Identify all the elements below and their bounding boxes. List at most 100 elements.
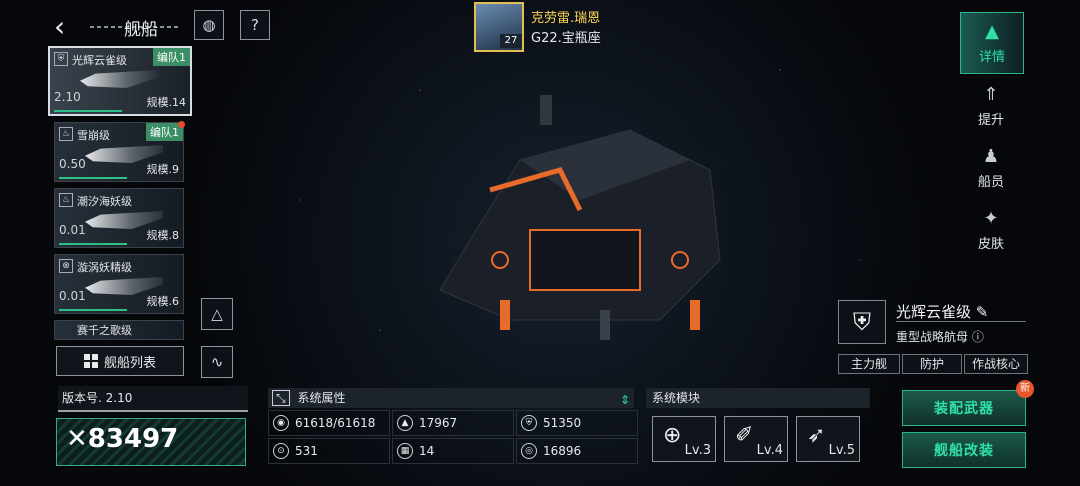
- attr-cargo: ◎ 16896: [516, 438, 638, 464]
- shield-icon: ⛨: [838, 300, 886, 344]
- player-name: 克劳雷.瑞恩: [531, 11, 601, 26]
- tab-label: 提升: [977, 113, 1004, 128]
- tab-label: 详情: [978, 50, 1005, 65]
- version-label: 版本号. 2.10: [58, 386, 248, 412]
- module-level: Lv.5: [828, 443, 855, 458]
- ship-card-name: 雪崩级: [77, 129, 110, 142]
- equip-weapons-button[interactable]: 装配武器: [902, 390, 1026, 426]
- crosshair-icon: ⊗: [59, 259, 73, 273]
- attr-value: 51350: [543, 416, 582, 430]
- role-tag: 作战核心: [964, 354, 1028, 374]
- attack-icon: ▲: [397, 415, 413, 431]
- module-radar[interactable]: ⊕ Lv.3: [652, 416, 716, 462]
- cannon-icon: ✐: [735, 423, 754, 448]
- ship-card-3[interactable]: ♨ 潮汐海妖级 0.01 规模.8: [54, 188, 184, 248]
- grid-icon: [83, 354, 98, 368]
- ship-card-2[interactable]: ♨ 雪崩级 编队1 0.50 规模.9: [54, 122, 184, 182]
- ship-version: 0.01: [59, 223, 86, 237]
- expand-icon: ⤡: [272, 390, 290, 406]
- back-button[interactable]: ‹: [54, 10, 84, 43]
- ship-type-text: 重型战略航母: [896, 330, 969, 344]
- skin-icon: ✦: [983, 208, 999, 229]
- attributes-title: 系统属性: [297, 391, 346, 405]
- progress-bar: [59, 243, 127, 245]
- tab-crew[interactable]: ♟ 船员: [960, 138, 1022, 198]
- ship-name: 光辉云雀级 ✎: [896, 301, 988, 322]
- edit-icon[interactable]: ✎: [976, 303, 989, 321]
- module-cannon[interactable]: ✐ Lv.4: [724, 416, 788, 462]
- missile-icon: ➶: [807, 423, 826, 448]
- attributes-header: ⤡ 系统属性 ⇕: [268, 388, 634, 408]
- attr-value: 61618/61618: [295, 416, 376, 430]
- attr-attack: ▲ 17967: [392, 410, 514, 436]
- ship-list-button[interactable]: 舰船列表: [56, 346, 184, 376]
- ship-version: 2.10: [54, 90, 81, 104]
- attr-hp: ◉ 61618/61618: [268, 410, 390, 436]
- shield-icon: ⛨: [54, 52, 68, 66]
- crew-icon: ♟: [982, 146, 1000, 167]
- speed-icon: ⊙: [273, 443, 289, 459]
- help-icon[interactable]: ?: [240, 10, 270, 40]
- ship-scale: 规模.14: [146, 96, 187, 109]
- role-tag: 主力舰: [838, 354, 900, 374]
- progress-bar: [59, 177, 127, 179]
- ship-card-name: 赛千之歌级: [77, 324, 132, 337]
- ship-scale: 规模.8: [146, 229, 180, 242]
- progress-bar: [59, 309, 127, 311]
- page-title: 舰船: [124, 20, 158, 40]
- attr-value: 16896: [543, 444, 582, 458]
- formation-icon[interactable]: △: [201, 298, 233, 330]
- ship-card-name: 潮汐海妖级: [77, 195, 132, 208]
- flame-icon: ♨: [59, 193, 73, 207]
- ship-scale: 规模.9: [146, 163, 180, 176]
- role-tag: 防护: [902, 354, 962, 374]
- target-icon: ◎: [521, 443, 537, 459]
- flame-icon: ♨: [59, 127, 73, 141]
- upgrade-icon: ⇑: [983, 84, 999, 105]
- module-missile[interactable]: ➶ Lv.5: [796, 416, 860, 462]
- attr-defense: ⛨ 51350: [516, 410, 638, 436]
- hull-icon: ◉: [273, 415, 289, 431]
- checker-icon: ▦: [397, 443, 413, 459]
- defense-icon: ⛨: [521, 415, 537, 431]
- tab-skin[interactable]: ✦ 皮肤: [960, 200, 1022, 260]
- info-icon[interactable]: ⓘ: [972, 330, 984, 344]
- ship-modify-button[interactable]: 舰船改装: [902, 432, 1026, 468]
- ship-scale: 规模.6: [146, 295, 180, 308]
- modules-header: 系统模块: [646, 388, 870, 408]
- planet-icon[interactable]: ◍: [194, 10, 224, 40]
- tab-label: 船员: [977, 175, 1004, 190]
- fleet-badge: 编队1: [153, 48, 190, 66]
- ship-card-4[interactable]: ⊗ 漩涡妖精级 0.01 规模.6: [54, 254, 184, 314]
- ship-card-name: 漩涡妖精级: [77, 261, 132, 274]
- tab-upgrade[interactable]: ⇑ 提升: [960, 76, 1022, 136]
- player-sector: G22.宝瓶座: [531, 31, 601, 46]
- attr-value: 531: [295, 444, 318, 458]
- detail-icon: ▲: [985, 21, 999, 42]
- toggle-icon[interactable]: ⇕: [620, 390, 630, 410]
- ship-version: 0.50: [59, 157, 86, 171]
- new-badge: 新: [1016, 380, 1034, 398]
- attr-speed: ⊙ 531: [268, 438, 390, 464]
- ship-card-1[interactable]: ⛨ 光辉云雀级 编队1 2.10 规模.14: [48, 46, 192, 116]
- ship-type: 重型战略航母 ⓘ: [896, 328, 984, 345]
- module-level: Lv.4: [756, 443, 783, 458]
- sword-icon: ✕: [66, 424, 88, 454]
- ship-card-5[interactable]: 赛千之歌级: [54, 320, 184, 340]
- attr-value: 17967: [419, 416, 458, 430]
- tab-detail[interactable]: ▲ 详情: [960, 12, 1024, 74]
- ship-name-text: 光辉云雀级: [896, 303, 972, 321]
- stats-wave-icon[interactable]: ∿: [201, 346, 233, 378]
- progress-bar: [54, 110, 122, 112]
- ship-3d-model: [439, 95, 721, 340]
- attr-value: 14: [419, 444, 435, 458]
- power-value: ✕83497: [66, 424, 178, 454]
- player-level: 27: [500, 34, 522, 48]
- ship-version: 0.01: [59, 289, 86, 303]
- ship-thumbnail: [80, 70, 158, 88]
- tab-label: 皮肤: [977, 237, 1004, 252]
- module-level: Lv.3: [684, 443, 711, 458]
- attr-aircraft: ▦ 14: [392, 438, 514, 464]
- radar-icon: ⊕: [663, 423, 682, 448]
- ship-card-name: 光辉云雀级: [72, 54, 127, 67]
